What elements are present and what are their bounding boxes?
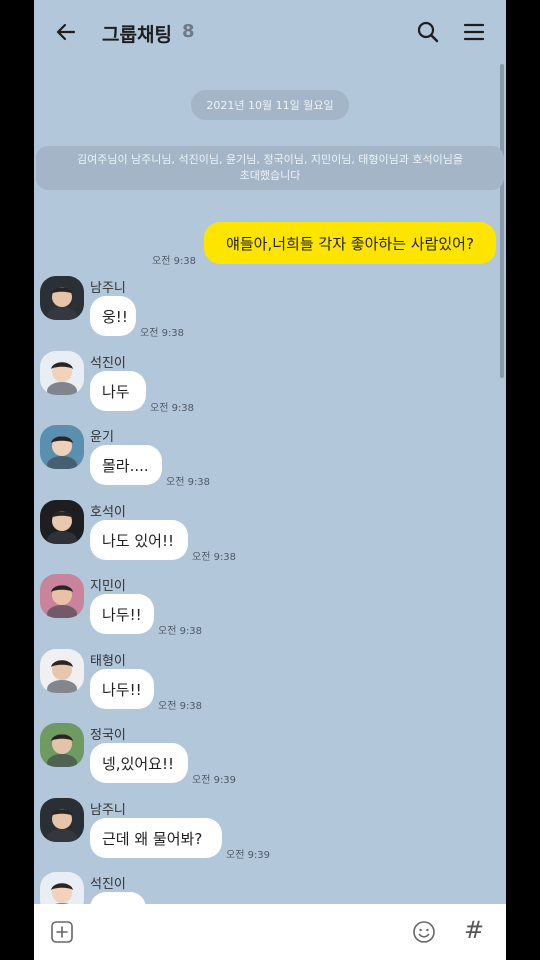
sender-name: 지민이 — [90, 579, 126, 594]
my-message-bubble[interactable]: 얘들아,너희들 각자 좋아하는 사람있어? — [204, 222, 496, 264]
system-message-line1: 김여주님이 남주니님, 석진이님, 윤기님, 정국이님, 지민이님, 태형이님과… — [76, 153, 464, 166]
search-icon — [417, 21, 439, 43]
chat-header: 그룹채팅 8 — [34, 0, 506, 64]
message-bubble[interactable]: 나두!! — [90, 594, 154, 634]
date-divider: 2021년 10월 11일 월요일 — [191, 90, 349, 120]
emoji-button[interactable] — [412, 920, 436, 944]
my-message-time: 오전 9:38 — [152, 256, 197, 267]
plus-square-icon — [51, 921, 73, 943]
message-time: 오전 9:38 — [192, 552, 237, 563]
message-bubble[interactable]: 몰라.... — [90, 445, 162, 485]
message-time: 오전 9:39 — [192, 775, 237, 786]
message-time: 오전 9:38 — [140, 328, 185, 339]
sender-name: 정국이 — [90, 728, 126, 743]
avatar[interactable] — [40, 798, 84, 842]
avatar[interactable] — [40, 351, 84, 395]
message-bubble[interactable]: 나도 있어!! — [90, 520, 188, 560]
sender-name: 남주니 — [90, 803, 126, 818]
smiley-icon — [413, 921, 435, 943]
sender-name: 태형이 — [90, 654, 126, 669]
message-bubble[interactable]: 나두!! — [90, 669, 154, 709]
system-message: 김여주님이 남주니님, 석진이님, 윤기님, 정국이님, 지민이님, 태형이님과… — [36, 146, 504, 190]
message-time: 오전 9:38 — [158, 701, 203, 712]
chat-screen: 그룹채팅 8 2021년 10월 11일 월요일 김여주님이 남주니님, 석진이… — [34, 0, 506, 960]
message-time: 오전 9:38 — [166, 477, 211, 488]
message-bubble[interactable]: 나두 — [90, 371, 146, 411]
sender-name: 윤기 — [90, 430, 114, 445]
sender-name: 호석이 — [90, 505, 126, 520]
sender-name: 석진이 — [90, 356, 126, 371]
avatar[interactable] — [40, 425, 84, 469]
back-button[interactable] — [54, 20, 78, 44]
arrow-left-icon — [56, 23, 76, 41]
avatar[interactable] — [40, 276, 84, 320]
search-button[interactable] — [416, 20, 440, 44]
message-bubble[interactable]: 웅!! — [90, 296, 136, 336]
hamburger-menu-icon — [463, 23, 485, 41]
sender-name: 남주니 — [90, 281, 126, 296]
chat-title: 그룹채팅 — [102, 24, 172, 46]
avatar[interactable] — [40, 574, 84, 618]
sender-name: 석진이 — [90, 877, 126, 892]
message-bubble[interactable]: 넹,있어요!! — [90, 743, 188, 783]
member-count: 8 — [182, 21, 195, 42]
avatar[interactable] — [40, 723, 84, 767]
message-time: 오전 9:38 — [158, 626, 203, 637]
avatar[interactable] — [40, 649, 84, 693]
message-bubble[interactable]: 근데 왜 물어봐? — [90, 818, 222, 858]
message-time: 오전 9:38 — [150, 403, 195, 414]
add-button[interactable] — [50, 920, 74, 944]
message-time: 오전 9:39 — [226, 850, 271, 861]
hashtag-search-button[interactable]: # — [464, 916, 484, 944]
system-message-line2: 초대했습니다 — [239, 169, 301, 182]
menu-button[interactable] — [462, 20, 486, 44]
scrollbar[interactable] — [500, 64, 504, 378]
avatar[interactable] — [40, 500, 84, 544]
input-bar: # — [34, 904, 506, 960]
